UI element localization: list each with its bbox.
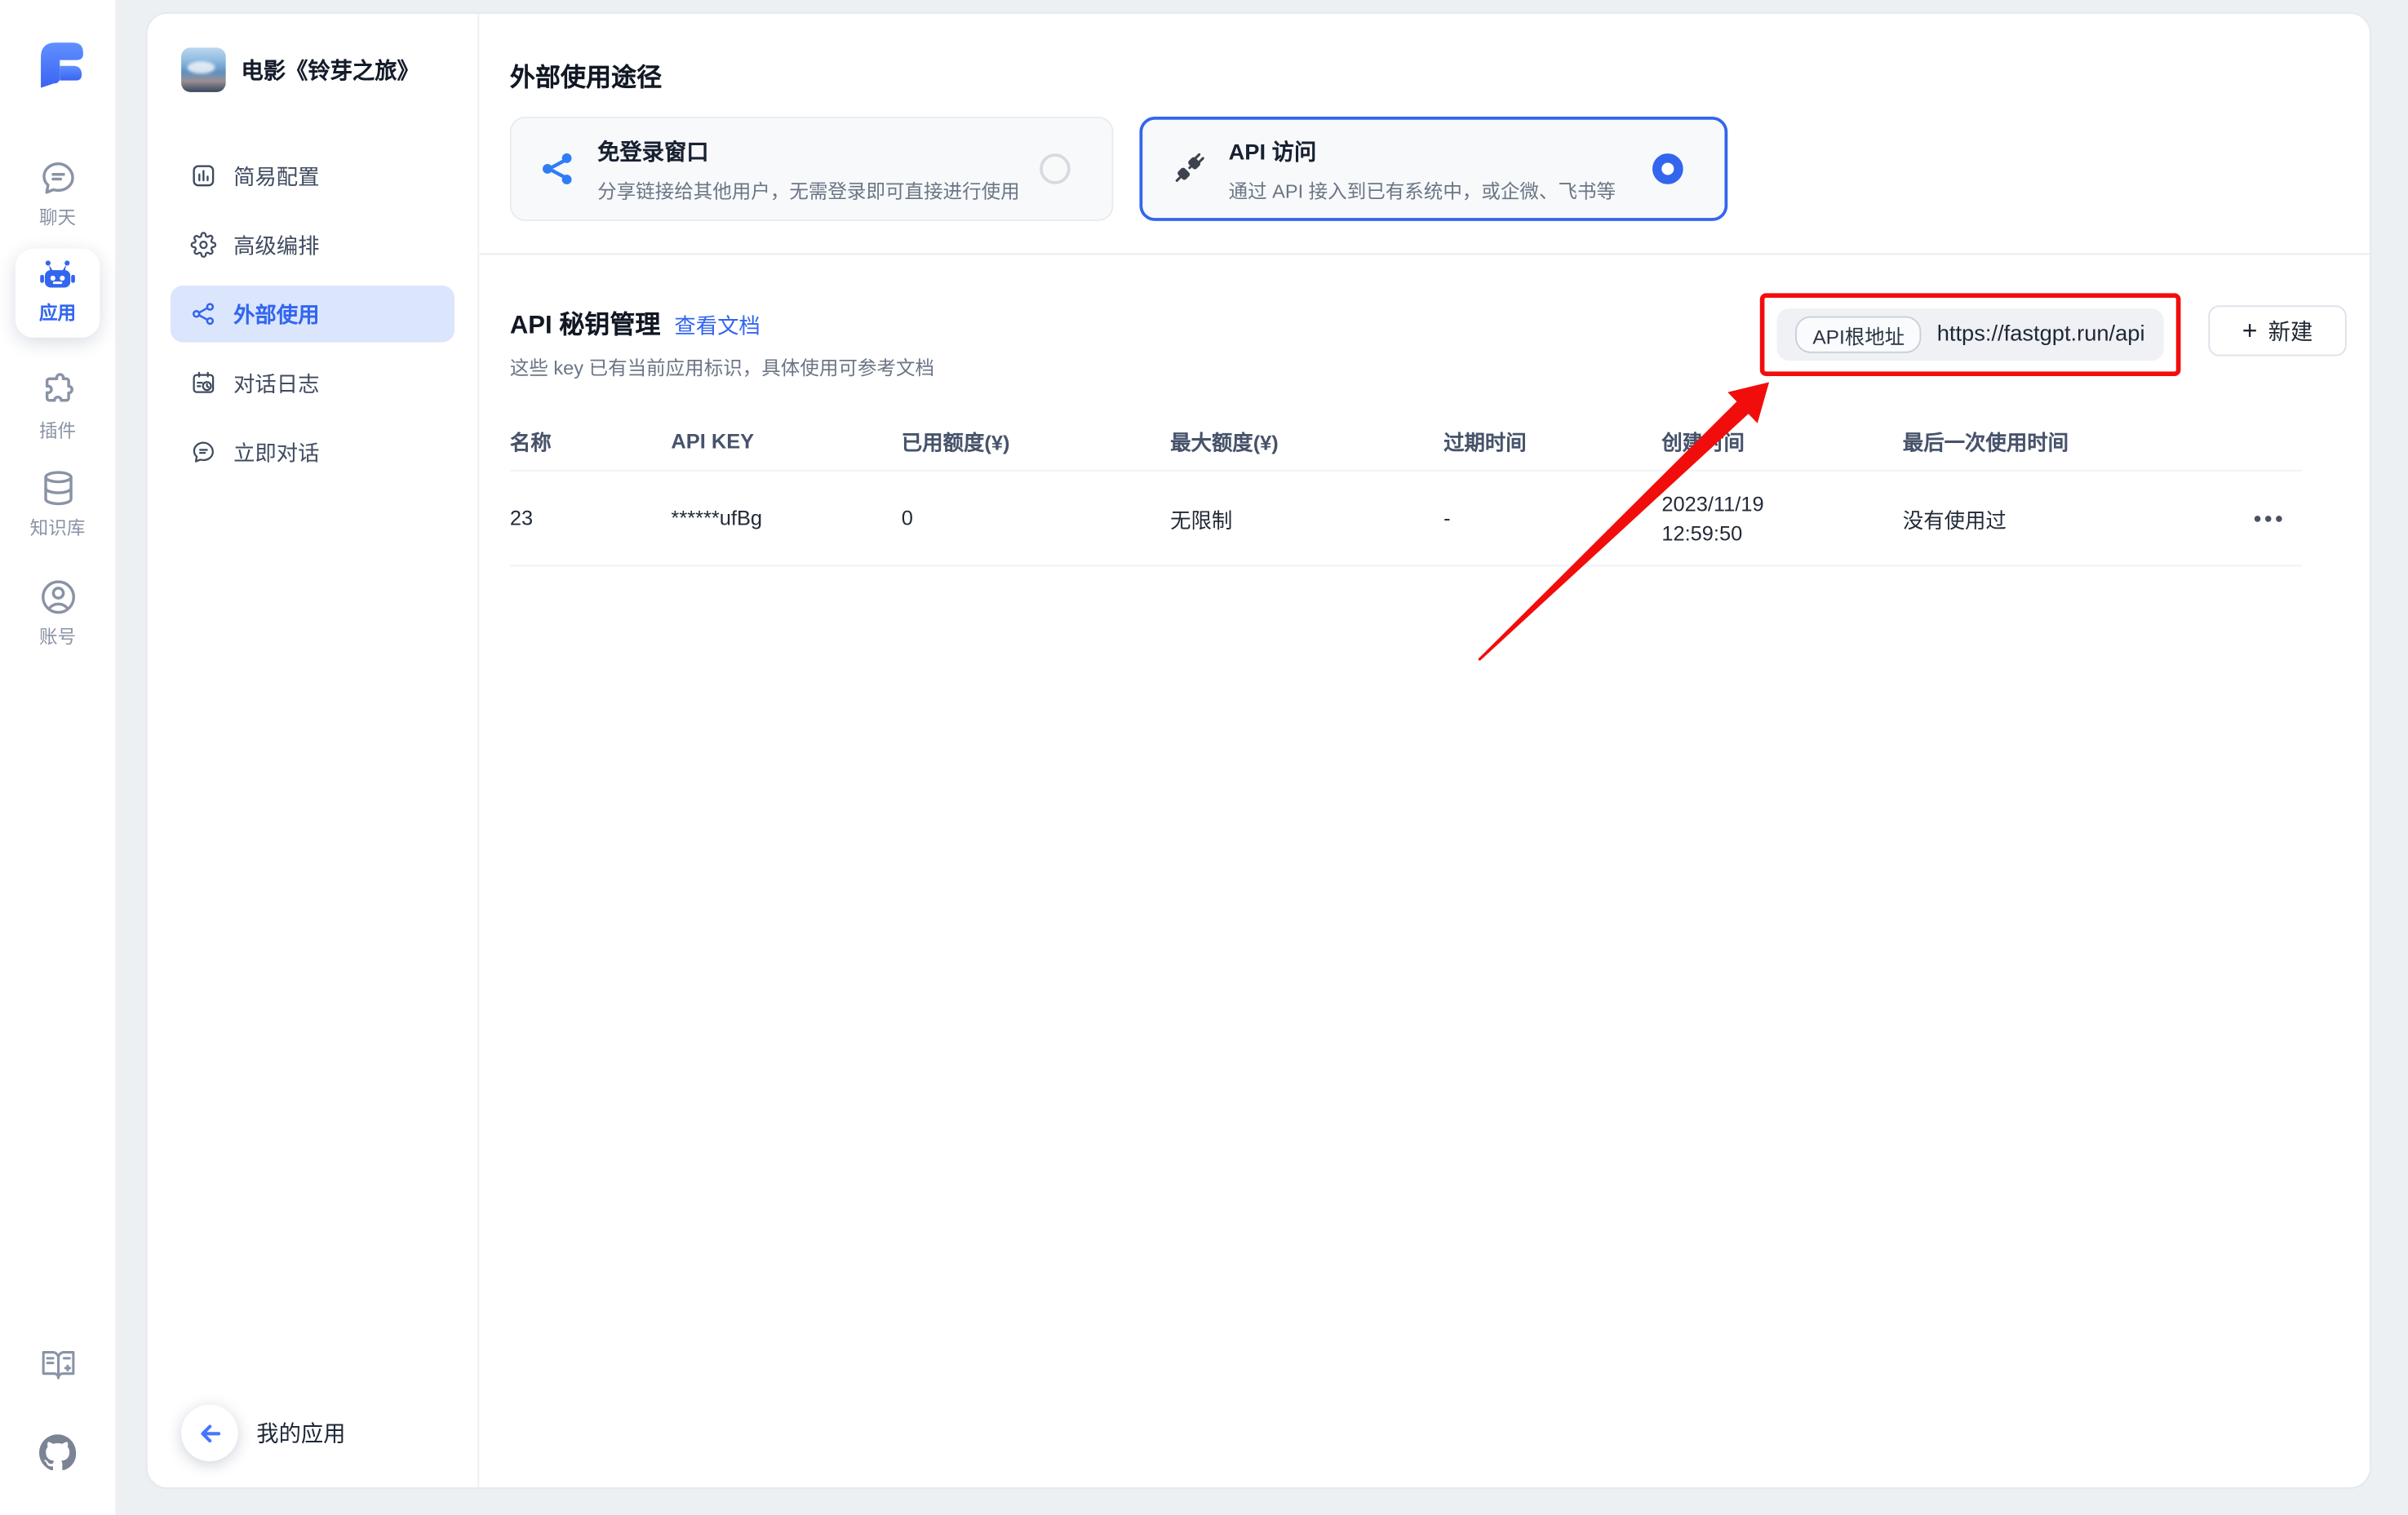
subnav-item-simple-config[interactable]: 简易配置 — [171, 148, 455, 205]
app-window: 聊天 应用 插件 — [0, 0, 2408, 1515]
cell-name: 23 — [510, 507, 672, 529]
book-icon — [38, 1344, 78, 1384]
cell-max: 无限制 — [1170, 503, 1443, 534]
option-texts: 免登录窗口 分享链接给其他用户，无需登录即可直接进行使用 — [597, 135, 1020, 204]
table-header-row: 名称 API KEY 已用额度(¥) 最大额度(¥) 过期时间 创建时间 最后一… — [510, 411, 2302, 471]
annotation-red-box: API根地址 https://fastgpt.run/api — [1760, 293, 2181, 376]
api-key-title: API 秘钥管理 — [510, 304, 661, 341]
rail-item-label: 知识库 — [0, 514, 115, 540]
chat-bubble-icon — [190, 439, 216, 465]
subnav-item-chat-now[interactable]: 立即对话 — [171, 423, 455, 481]
arrow-left-icon — [194, 1418, 225, 1449]
gear-icon — [190, 232, 216, 258]
subnav-item-label: 立即对话 — [233, 436, 319, 467]
col-max: 最大额度(¥) — [1170, 425, 1443, 456]
subnav-item-label: 外部使用 — [233, 299, 319, 330]
app-subnav: 电影《铃芽之旅》 简易配置 — [148, 14, 480, 1487]
calendar-clock-icon — [190, 370, 216, 396]
robot-icon — [37, 259, 78, 296]
left-rail: 聊天 应用 插件 — [0, 0, 115, 1515]
usage-section-title: 外部使用途径 — [510, 57, 2348, 94]
radio-unselected[interactable] — [1040, 153, 1071, 184]
rail-item-github[interactable] — [0, 1433, 115, 1472]
rail-item-label: 插件 — [0, 418, 115, 444]
cell-used: 0 — [902, 507, 1170, 529]
col-used: 已用额度(¥) — [902, 425, 1170, 456]
option-desc: 分享链接给其他用户，无需登录即可直接进行使用 — [597, 175, 1020, 204]
subnav-item-external-use[interactable]: 外部使用 — [171, 286, 455, 343]
back-label: 我的应用 — [256, 1417, 345, 1450]
table-row: 23 ******ufBg 0 无限制 - 2023/11/19 12:59:5… — [510, 472, 2302, 567]
rail-item-apps[interactable]: 应用 — [16, 249, 100, 338]
api-key-section: API 秘钥管理 查看文档 这些 key 已有当前应用标识，具体使用可参考文档 … — [510, 255, 2348, 566]
new-key-button[interactable]: + 新建 — [2208, 305, 2346, 356]
subnav-item-label: 高级编排 — [233, 229, 319, 260]
col-apikey: API KEY — [671, 429, 901, 452]
cell-apikey: ******ufBg — [671, 507, 901, 529]
usage-options: 免登录窗口 分享链接给其他用户，无需登录即可直接进行使用 — [510, 117, 2348, 221]
col-created: 创建时间 — [1661, 425, 1902, 456]
back-to-my-apps[interactable]: 我的应用 — [181, 1405, 345, 1462]
option-desc: 通过 API 接入到已有系统中，或企微、飞书等 — [1229, 175, 1616, 204]
rail-item-label: 聊天 — [0, 204, 115, 230]
rail-item-account[interactable]: 账号 — [0, 577, 115, 649]
option-api-access[interactable]: API 访问 通过 API 接入到已有系统中，或企微、飞书等 — [1139, 117, 1727, 221]
api-root-chip: API根地址 https://fastgpt.run/api — [1777, 308, 2163, 361]
rail-item-knowledge[interactable]: 知识库 — [0, 468, 115, 540]
rail-item-plugins[interactable]: 插件 — [0, 371, 115, 443]
api-key-table: 名称 API KEY 已用额度(¥) 最大额度(¥) 过期时间 创建时间 最后一… — [510, 411, 2348, 566]
col-name: 名称 — [510, 425, 672, 456]
option-title: 免登录窗口 — [597, 135, 1020, 167]
option-no-login-window[interactable]: 免登录窗口 分享链接给其他用户，无需登录即可直接进行使用 — [510, 117, 1114, 221]
subnav-item-advanced-orchestration[interactable]: 高级编排 — [171, 216, 455, 273]
subnav-item-chat-logs[interactable]: 对话日志 — [171, 355, 455, 412]
rail-item-label: 账号 — [0, 623, 115, 649]
app-avatar — [181, 47, 226, 92]
database-icon — [38, 468, 78, 508]
row-actions-menu[interactable] — [2234, 515, 2302, 521]
app-name: 电影《铃芽之旅》 — [241, 54, 419, 86]
chat-icon — [38, 158, 78, 198]
col-lastused: 最后一次使用时间 — [1903, 425, 2235, 456]
share-nodes-blue-icon — [538, 149, 578, 189]
bars-chart-icon — [190, 162, 216, 188]
rail-item-label: 应用 — [16, 299, 100, 326]
main-content: 外部使用途径 免登录窗口 分享链接给其他用户，无需登录即可直接进行使用 — [479, 14, 2370, 1487]
back-button[interactable] — [181, 1405, 238, 1462]
radio-selected[interactable] — [1652, 153, 1683, 184]
rail-item-docs[interactable] — [0, 1344, 115, 1384]
cell-expire: - — [1443, 507, 1661, 529]
api-root-url: https://fastgpt.run/api — [1937, 322, 2145, 347]
puzzle-icon — [38, 371, 78, 411]
cell-lastused: 没有使用过 — [1903, 503, 2235, 534]
plug-icon — [1169, 149, 1208, 189]
fastgpt-logo[interactable] — [29, 35, 88, 93]
new-key-label: 新建 — [2268, 315, 2313, 348]
option-texts: API 访问 通过 API 接入到已有系统中，或企微、飞书等 — [1229, 135, 1616, 204]
share-nodes-icon — [190, 301, 216, 327]
col-expire: 过期时间 — [1443, 425, 1661, 456]
api-root-label: API根地址 — [1796, 317, 1922, 353]
plus-icon: + — [2242, 317, 2258, 343]
app-header: 电影《铃芽之旅》 — [148, 14, 478, 92]
option-title: API 访问 — [1229, 135, 1616, 167]
subnav-menu: 简易配置 高级编排 — [171, 148, 455, 481]
github-icon — [38, 1433, 77, 1472]
rail-item-chat[interactable]: 聊天 — [0, 158, 115, 230]
subnav-item-label: 对话日志 — [233, 368, 319, 399]
cell-created: 2023/11/19 12:59:50 — [1661, 489, 1902, 547]
user-icon — [38, 577, 78, 617]
subnav-item-label: 简易配置 — [233, 161, 319, 192]
app-panel: 电影《铃芽之旅》 简易配置 — [146, 12, 2371, 1489]
view-docs-link[interactable]: 查看文档 — [674, 310, 760, 341]
